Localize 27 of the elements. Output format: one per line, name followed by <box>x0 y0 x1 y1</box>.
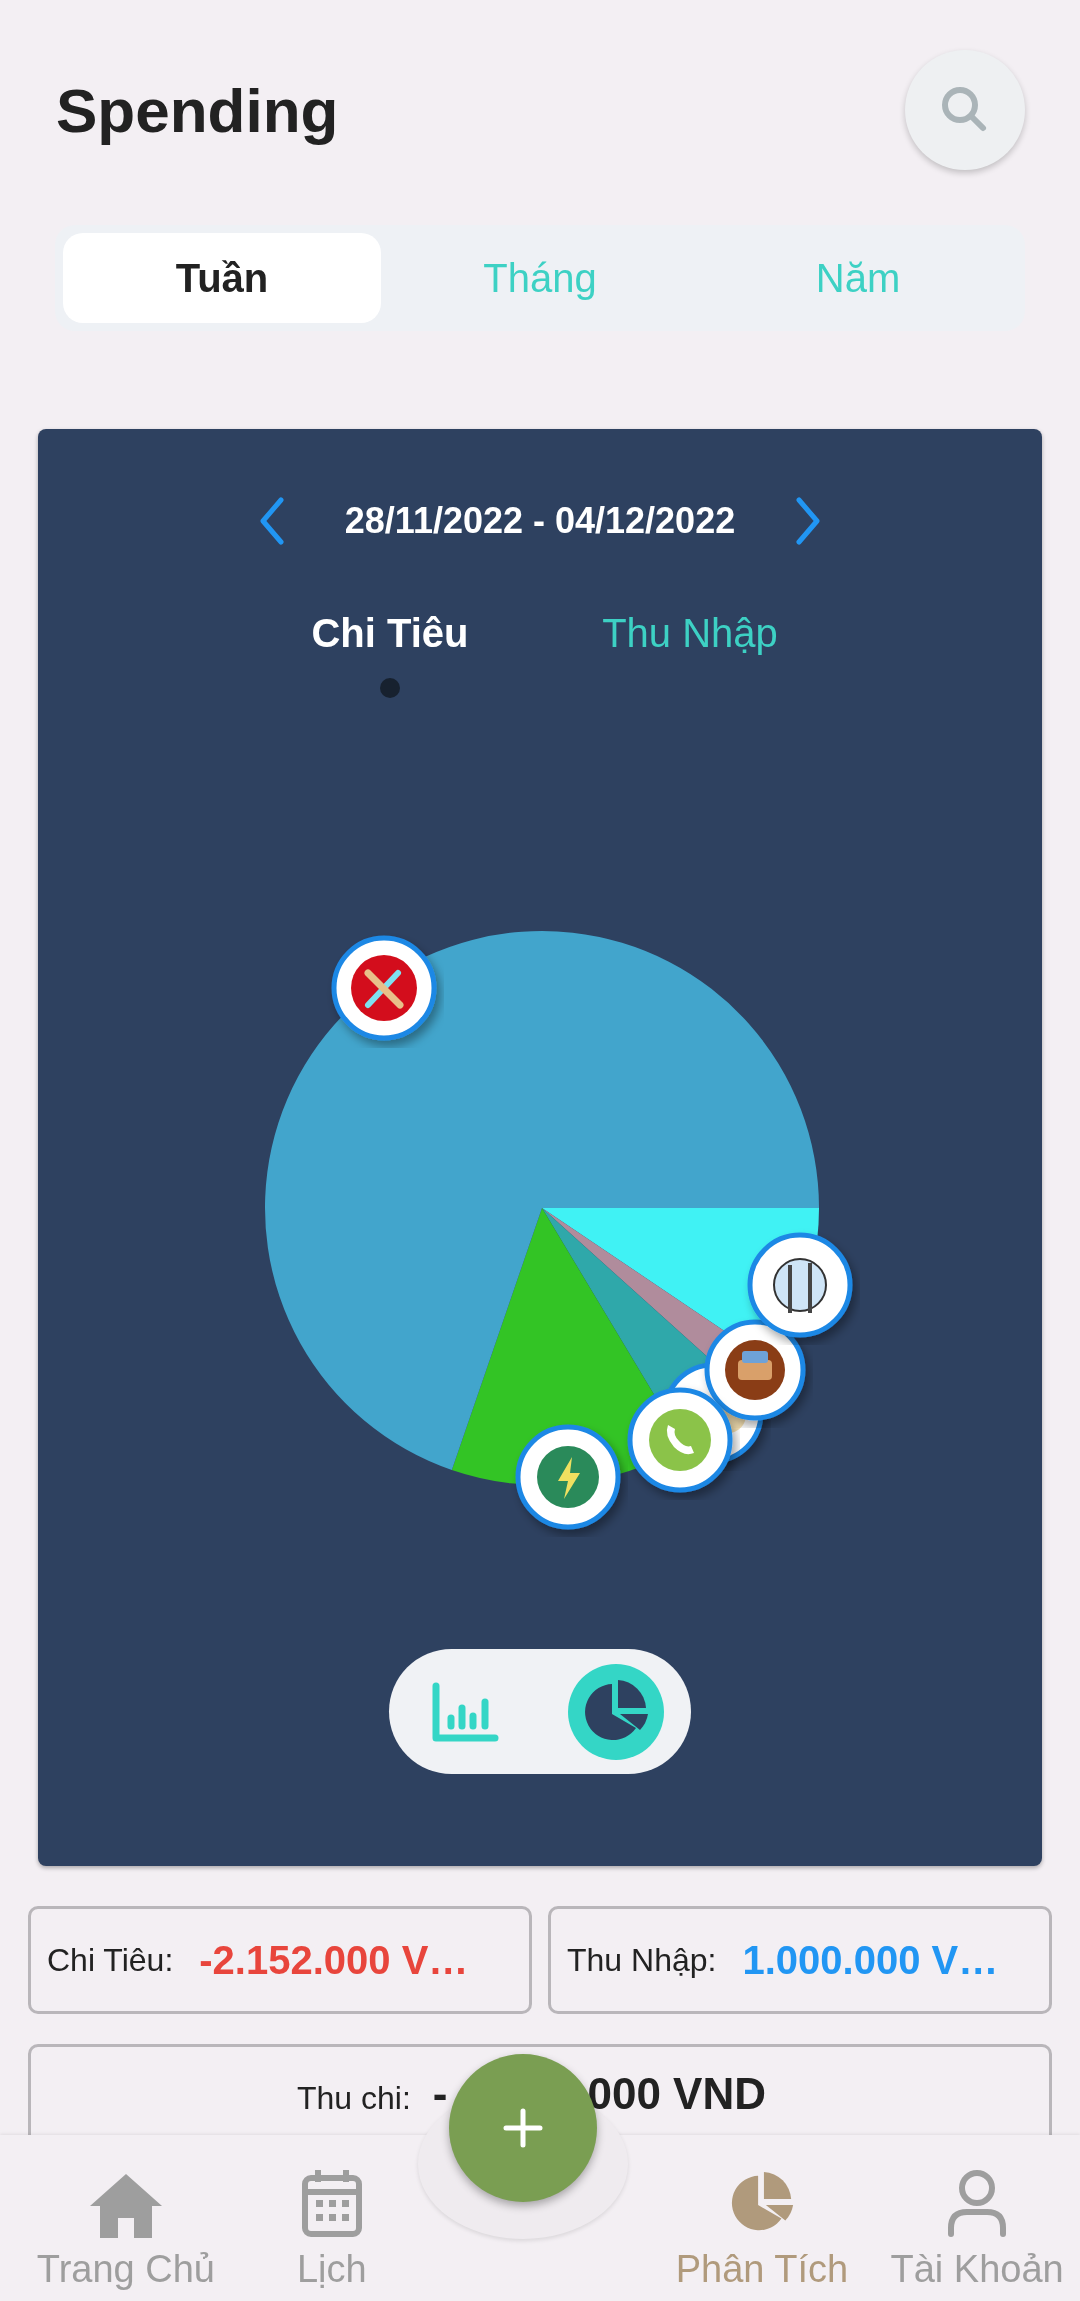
type-tab[interactable]: Chi Tiêu <box>311 611 469 656</box>
type-tab[interactable]: Thu Nhập <box>602 611 778 656</box>
summary-label: Chi Tiêu: <box>47 1941 174 1979</box>
lightning-icon <box>515 1424 621 1530</box>
date-range: 28/11/2022 - 04/12/2022 <box>344 500 736 542</box>
nav-tab[interactable]: Lịch <box>228 2135 435 2301</box>
phone-icon <box>627 1387 733 1493</box>
calendar-icon <box>300 2168 363 2238</box>
period-tab[interactable]: Tuần <box>63 233 381 323</box>
nav-tab[interactable]: Phân Tích <box>649 2135 875 2301</box>
tools-icon <box>331 935 437 1041</box>
balance-label: Thu chi: <box>297 2080 411 2117</box>
bar-chart-icon <box>430 1681 499 1742</box>
balance-amount-start: - <box>432 2069 448 2119</box>
nav-tab[interactable]: Tài Khoản <box>874 2135 1080 2301</box>
plus-icon <box>503 2108 543 2148</box>
dinner-plate-icon <box>747 1232 853 1338</box>
period-tab[interactable]: Tháng <box>381 233 699 323</box>
period-tab[interactable]: Năm <box>699 233 1017 323</box>
page-title: Spending <box>56 74 339 146</box>
nav-tab[interactable]: Trang Chủ <box>23 2135 229 2301</box>
summary-amount: -2.152.000 V… <box>199 1937 469 1983</box>
selected-indicator-dot <box>380 678 400 698</box>
balance-amount-end: 000 VND <box>587 2069 767 2119</box>
summary-label: Thu Nhập: <box>567 1941 717 1979</box>
search-button[interactable] <box>905 50 1025 170</box>
summary-amount: 1.000.000 V… <box>742 1937 999 1983</box>
